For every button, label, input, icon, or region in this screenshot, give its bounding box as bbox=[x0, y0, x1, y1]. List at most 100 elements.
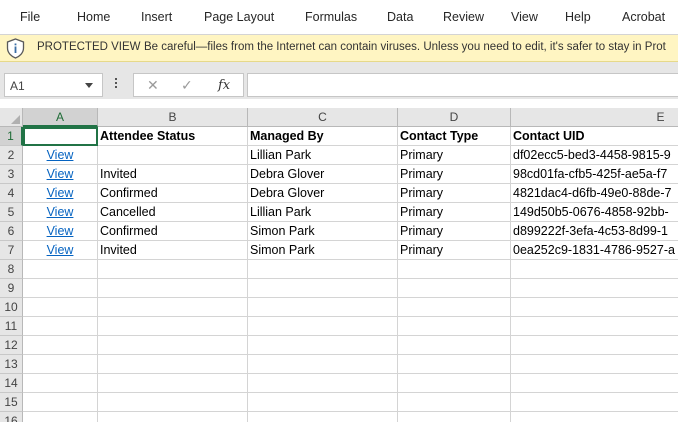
tab-page-layout[interactable]: Page Layout bbox=[204, 10, 274, 24]
empty-cell[interactable] bbox=[398, 336, 511, 355]
view-link[interactable]: View bbox=[23, 146, 98, 165]
name-box[interactable]: A1 bbox=[4, 73, 103, 97]
empty-cell[interactable] bbox=[398, 298, 511, 317]
tab-file[interactable]: File bbox=[20, 10, 40, 24]
view-link[interactable]: View bbox=[23, 222, 98, 241]
empty-cell[interactable] bbox=[398, 279, 511, 298]
row-header[interactable]: 8 bbox=[0, 260, 23, 279]
empty-cell[interactable] bbox=[98, 279, 248, 298]
table-cell[interactable]: d899222f-3efa-4c53-8d99-1 bbox=[511, 222, 678, 241]
empty-cell[interactable] bbox=[398, 374, 511, 393]
empty-cell[interactable] bbox=[98, 355, 248, 374]
header-cell[interactable]: Contact Type bbox=[398, 127, 511, 146]
insert-function-button[interactable]: fx bbox=[218, 78, 230, 93]
table-cell[interactable]: Cancelled bbox=[98, 203, 248, 222]
empty-cell[interactable] bbox=[511, 317, 678, 336]
table-cell[interactable]: Simon Park bbox=[248, 241, 398, 260]
empty-cell[interactable] bbox=[23, 393, 98, 412]
empty-cell[interactable] bbox=[248, 298, 398, 317]
empty-cell[interactable] bbox=[248, 412, 398, 422]
row-header[interactable]: 6 bbox=[0, 222, 23, 241]
formula-input[interactable] bbox=[247, 73, 678, 97]
table-cell[interactable]: df02ecc5-bed3-4458-9815-9 bbox=[511, 146, 678, 165]
header-cell[interactable]: Managed By bbox=[248, 127, 398, 146]
row-header[interactable]: 1 bbox=[0, 127, 23, 146]
empty-cell[interactable] bbox=[511, 374, 678, 393]
header-cell[interactable]: Attendee Status bbox=[98, 127, 248, 146]
table-cell[interactable]: Primary bbox=[398, 203, 511, 222]
empty-cell[interactable] bbox=[23, 355, 98, 374]
row-header[interactable]: 10 bbox=[0, 298, 23, 317]
column-header-c[interactable]: C bbox=[248, 108, 398, 127]
table-cell[interactable]: 0ea252c9-1831-4786-9527-a bbox=[511, 241, 678, 260]
empty-cell[interactable] bbox=[98, 393, 248, 412]
table-cell[interactable]: Primary bbox=[398, 146, 511, 165]
row-header[interactable]: 9 bbox=[0, 279, 23, 298]
empty-cell[interactable] bbox=[511, 336, 678, 355]
row-header[interactable]: 15 bbox=[0, 393, 23, 412]
row-header[interactable]: 14 bbox=[0, 374, 23, 393]
empty-cell[interactable] bbox=[98, 317, 248, 336]
table-cell[interactable]: Lillian Park bbox=[248, 146, 398, 165]
table-cell[interactable]: Primary bbox=[398, 241, 511, 260]
enter-icon[interactable]: ✓ bbox=[181, 77, 193, 94]
empty-cell[interactable] bbox=[98, 412, 248, 422]
empty-cell[interactable] bbox=[511, 393, 678, 412]
row-header[interactable]: 2 bbox=[0, 146, 23, 165]
empty-cell[interactable] bbox=[398, 355, 511, 374]
empty-cell[interactable] bbox=[98, 336, 248, 355]
empty-cell[interactable] bbox=[398, 260, 511, 279]
empty-cell[interactable] bbox=[248, 355, 398, 374]
empty-cell[interactable] bbox=[248, 336, 398, 355]
table-cell[interactable]: 98cd01fa-cfb5-425f-ae5a-f7 bbox=[511, 165, 678, 184]
tab-data[interactable]: Data bbox=[387, 10, 413, 24]
empty-cell[interactable] bbox=[23, 317, 98, 336]
row-header[interactable]: 16 bbox=[0, 412, 23, 422]
empty-cell[interactable] bbox=[23, 260, 98, 279]
tab-review[interactable]: Review bbox=[443, 10, 484, 24]
table-cell[interactable]: Primary bbox=[398, 184, 511, 203]
column-header-d[interactable]: D bbox=[398, 108, 511, 127]
view-link[interactable]: View bbox=[23, 184, 98, 203]
empty-cell[interactable] bbox=[248, 317, 398, 336]
table-cell[interactable]: Debra Glover bbox=[248, 184, 398, 203]
view-link[interactable]: View bbox=[23, 241, 98, 260]
table-cell[interactable]: Invited bbox=[98, 241, 248, 260]
empty-cell[interactable] bbox=[98, 260, 248, 279]
empty-cell[interactable] bbox=[398, 317, 511, 336]
column-header-b[interactable]: B bbox=[98, 108, 248, 127]
empty-cell[interactable] bbox=[511, 412, 678, 422]
empty-cell[interactable] bbox=[23, 412, 98, 422]
empty-cell[interactable] bbox=[23, 298, 98, 317]
more-options-icon[interactable] bbox=[113, 76, 119, 94]
empty-cell[interactable] bbox=[511, 260, 678, 279]
header-cell[interactable]: Contact UID bbox=[511, 127, 678, 146]
empty-cell[interactable] bbox=[248, 279, 398, 298]
table-cell[interactable] bbox=[98, 146, 248, 165]
empty-cell[interactable] bbox=[511, 355, 678, 374]
empty-cell[interactable] bbox=[98, 374, 248, 393]
view-link[interactable]: View bbox=[23, 165, 98, 184]
tab-formulas[interactable]: Formulas bbox=[305, 10, 357, 24]
empty-cell[interactable] bbox=[23, 374, 98, 393]
row-header[interactable]: 7 bbox=[0, 241, 23, 260]
row-header[interactable]: 12 bbox=[0, 336, 23, 355]
table-cell[interactable]: 4821dac4-d6fb-49e0-88de-7 bbox=[511, 184, 678, 203]
table-cell[interactable]: Invited bbox=[98, 165, 248, 184]
table-cell[interactable]: 149d50b5-0676-4858-92bb- bbox=[511, 203, 678, 222]
column-header-a[interactable]: A bbox=[23, 108, 98, 127]
tab-view[interactable]: View bbox=[511, 10, 538, 24]
empty-cell[interactable] bbox=[398, 393, 511, 412]
empty-cell[interactable] bbox=[511, 298, 678, 317]
tab-home[interactable]: Home bbox=[77, 10, 110, 24]
empty-cell[interactable] bbox=[248, 374, 398, 393]
view-link[interactable]: View bbox=[23, 203, 98, 222]
cancel-icon[interactable]: ✕ bbox=[147, 77, 159, 94]
table-cell[interactable]: Lillian Park bbox=[248, 203, 398, 222]
tab-help[interactable]: Help bbox=[565, 10, 591, 24]
table-cell[interactable]: Simon Park bbox=[248, 222, 398, 241]
table-cell[interactable]: Confirmed bbox=[98, 184, 248, 203]
column-header-e[interactable]: E bbox=[511, 108, 678, 127]
empty-cell[interactable] bbox=[511, 279, 678, 298]
row-header[interactable]: 3 bbox=[0, 165, 23, 184]
